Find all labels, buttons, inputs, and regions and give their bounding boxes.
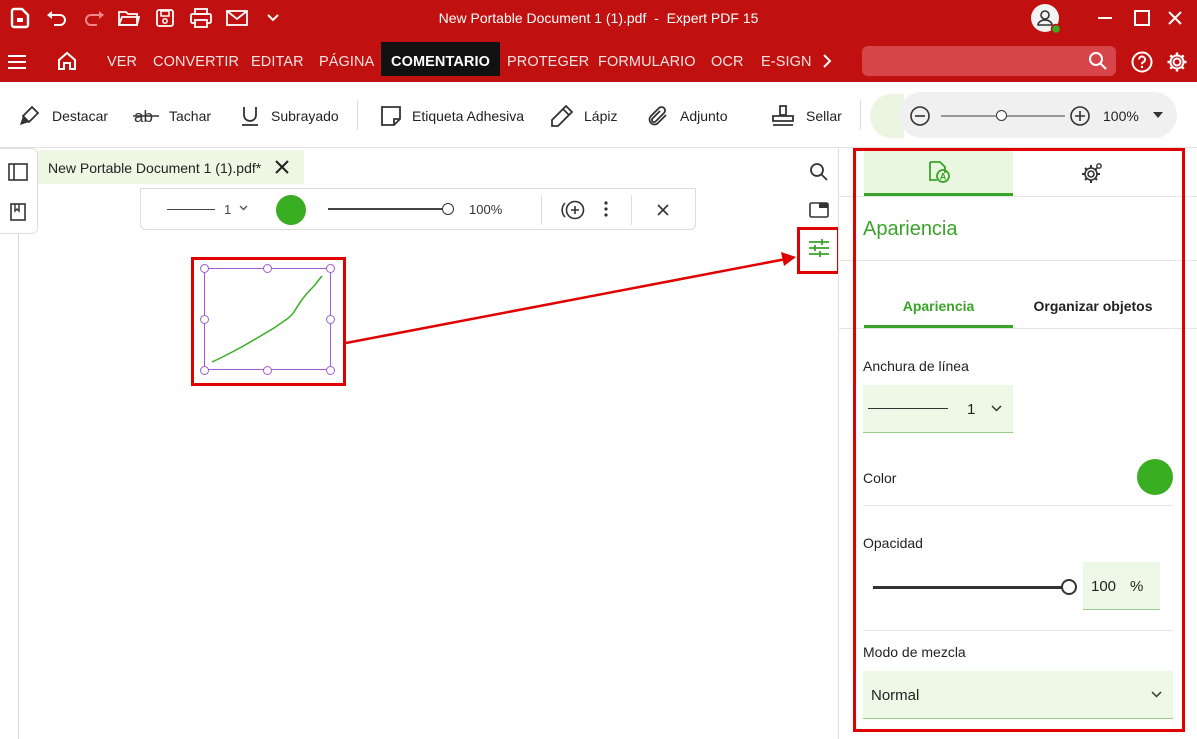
line-width-preview [167,209,215,210]
highlight-label: Destacar [52,108,109,124]
menu-comentario[interactable]: COMENTARIO [381,42,501,76]
user-avatar-icon[interactable] [1029,3,1061,35]
sticky-note-icon [380,105,402,127]
ribbon-divider [860,100,861,130]
resize-handle[interactable] [200,315,209,324]
menu-ver[interactable]: VER [107,54,137,70]
toolbar-divider [541,195,542,225]
resize-handle[interactable] [326,264,335,273]
paperclip-icon [646,104,670,128]
resize-handle[interactable] [200,366,209,375]
window-title: New Portable Document 1 (1).pdf - Expert… [438,10,759,26]
menu-convertir[interactable]: CONVERTIR [153,54,239,70]
zoom-slider-handle[interactable] [996,110,1007,121]
zoom-in-icon[interactable] [1069,105,1091,127]
left-rail [0,148,38,234]
menu-pagina[interactable]: PÁGINA [319,54,374,70]
maximize-icon[interactable] [1130,6,1154,30]
zoom-control: 100% [899,92,1177,138]
minimize-icon[interactable] [1093,6,1117,30]
ribbon-divider [357,100,358,130]
document-tab-title: New Portable Document 1 (1).pdf* [48,160,262,176]
strikeout-button[interactable]: ab Tachar [133,104,211,128]
zoom-value[interactable]: 100% [1103,108,1139,124]
menu-editar[interactable]: EDITAR [251,54,304,70]
search-icon [1088,51,1108,71]
toolbar-divider [631,195,632,225]
zoom-out-icon[interactable] [909,105,931,127]
strikeout-label: Tachar [169,108,212,124]
menu-formulario[interactable]: FORMULARIO [598,54,696,70]
zoom-dropdown-icon[interactable] [1152,111,1164,119]
menu-bar: VER CONVERTIR EDITAR PÁGINA COMENTARIO P… [0,36,1197,82]
strikethrough-icon: ab [133,105,159,127]
title-bar: New Portable Document 1 (1).pdf - Expert… [0,0,1197,36]
pencil-button[interactable]: Lápiz [550,104,617,128]
underline-button[interactable]: Subrayado [239,104,339,128]
panel-callout-box [853,148,1185,732]
callout-arrow [345,252,796,345]
ink-stroke [211,275,323,363]
resize-handle[interactable] [200,264,209,273]
menu-proteger[interactable]: PROTEGER [507,54,589,70]
annotation-property-toolbar: 1 100% [140,188,696,230]
document-tab[interactable]: New Portable Document 1 (1).pdf* [38,150,304,184]
line-width-value[interactable]: 1 [224,202,231,217]
sidebar-toggle-icon[interactable] [8,163,28,181]
chevron-right-icon[interactable] [822,54,832,68]
chevron-down-icon[interactable] [239,205,248,211]
underline-label: Subrayado [271,108,339,124]
attachment-label: Adjunto [680,108,728,124]
highlight-button[interactable]: Destacar [18,104,108,128]
opacity-value: 100% [469,202,503,217]
stamp-icon [770,104,796,128]
opacity-slider-handle[interactable] [442,203,454,215]
cards-icon[interactable] [809,201,829,219]
stamp-button[interactable]: Sellar [770,104,842,128]
color-swatch[interactable] [276,195,306,225]
resize-handle[interactable] [263,264,272,273]
stamp-label: Sellar [806,108,842,124]
attachment-button[interactable]: Adjunto [646,104,727,128]
opacity-slider-track[interactable] [328,208,448,210]
highlighter-icon [18,105,42,127]
gear-icon[interactable] [1166,51,1188,73]
add-circle-icon[interactable] [561,199,587,221]
search-input[interactable] [862,46,1116,76]
home-icon[interactable] [57,51,77,71]
resize-handle[interactable] [326,315,335,324]
resize-handle[interactable] [263,366,272,375]
close-icon[interactable] [1163,6,1187,30]
close-tab-icon[interactable] [275,160,289,174]
sticky-note-label: Etiqueta Adhesiva [412,108,525,124]
more-vertical-icon[interactable] [604,201,608,217]
search-icon[interactable] [809,162,829,182]
sticky-note-button[interactable]: Etiqueta Adhesiva [380,104,524,128]
pencil-label: Lápiz [584,108,618,124]
ink-annotation[interactable] [200,264,335,375]
bookmark-icon[interactable] [10,203,26,221]
pencil-icon [550,104,574,128]
underline-icon [239,105,261,127]
hamburger-menu-icon[interactable] [7,54,27,70]
properties-callout-box [797,227,840,274]
close-icon[interactable] [657,204,669,216]
menu-esign[interactable]: E-SIGN [761,54,812,70]
comment-ribbon: Destacar ab Tachar Subrayado Etiqueta Ad… [0,82,1197,148]
menu-ocr[interactable]: OCR [711,54,744,70]
help-icon[interactable] [1131,51,1153,73]
resize-handle[interactable] [326,366,335,375]
